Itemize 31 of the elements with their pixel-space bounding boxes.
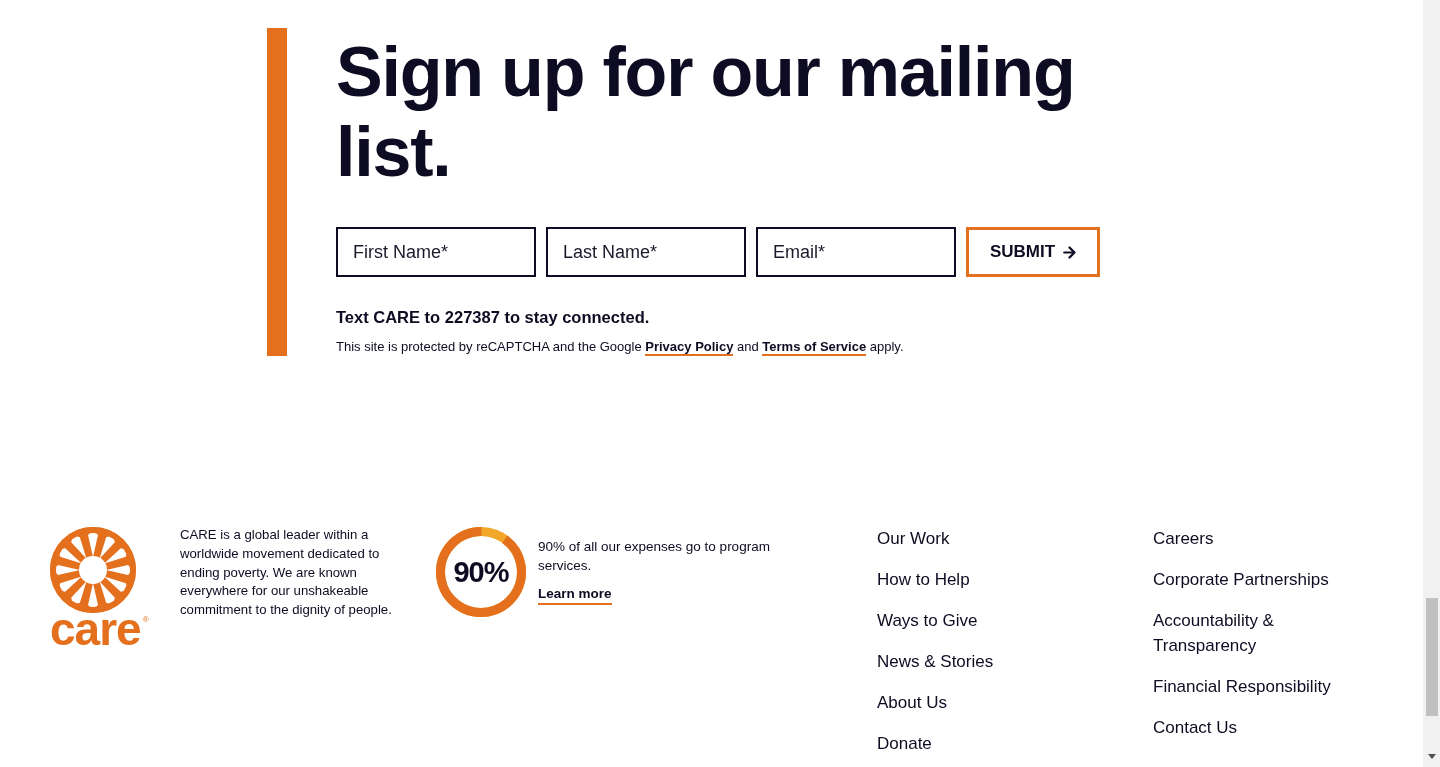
footer-nav-link[interactable]: Financial Responsibility — [1153, 674, 1331, 699]
footer-nav-link[interactable]: Careers — [1153, 526, 1214, 551]
inline-link[interactable]: Terms of Service — [762, 339, 867, 356]
arrow-right-icon — [1063, 245, 1077, 259]
input-field[interactable]: Last Name* — [546, 227, 746, 277]
logo-emblem-icon — [50, 527, 136, 613]
submit-button[interactable]: SUBMIT — [966, 227, 1100, 277]
footer-nav-link[interactable]: Ways to Give — [877, 608, 978, 633]
footer-nav-link[interactable]: How to Help — [877, 567, 970, 592]
footer-nav-link[interactable]: Accountability & Transparency — [1153, 608, 1358, 658]
scrollbar-thumb[interactable] — [1425, 598, 1438, 716]
logo-wordmark: care — [50, 609, 141, 649]
about-text: CARE is a global leader within a worldwide movement dedicated to ending poverty. We are known everywhere for our unshakeable commitment to the dignity of people. — [180, 526, 393, 619]
inline-link[interactable]: Privacy Policy — [645, 339, 734, 356]
footer-nav-link[interactable]: About Us — [877, 690, 947, 715]
ring-value: 90% — [453, 556, 509, 588]
registered-mark: ® — [142, 615, 149, 625]
learn-more-link[interactable]: Learn more — [538, 585, 612, 605]
stat-text: 90% of all our expenses go to program services. — [538, 538, 771, 575]
footer-nav-link[interactable]: News & Stories — [877, 649, 994, 674]
recaptcha-notice: This site is protected by reCAPTCHA and the Google Privacy Policy and Terms of Service apply. — [336, 338, 905, 356]
footer-nav-link[interactable]: Contact Us — [1153, 715, 1238, 740]
input-field[interactable]: Email* — [756, 227, 956, 277]
footer-nav-link[interactable]: Our Work — [877, 526, 950, 551]
scrollbar[interactable] — [1423, 0, 1440, 767]
sms-prompt-text: Text CARE to 227387 to stay connected. — [336, 307, 651, 327]
scroll-down-icon[interactable] — [1427, 754, 1436, 759]
input-field[interactable]: First Name* — [336, 227, 536, 277]
signup-heading: Sign up for our mailing list. — [336, 32, 1076, 192]
footer-nav-link[interactable]: Donate — [877, 731, 932, 756]
footer-nav-link[interactable]: Corporate Partnerships — [1153, 567, 1329, 592]
